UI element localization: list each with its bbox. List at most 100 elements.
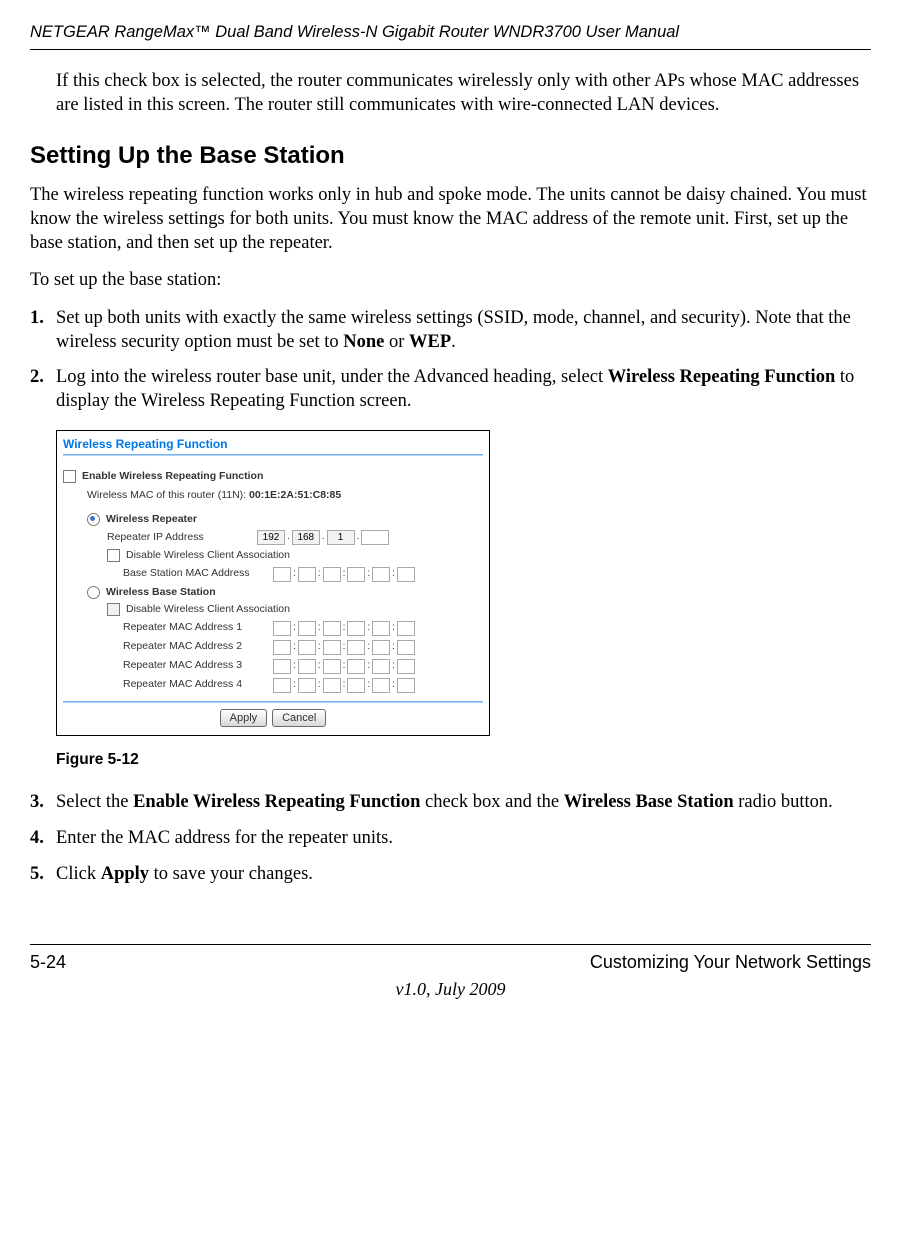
- enable-repeating-label: Enable Wireless Repeating Function: [82, 470, 263, 483]
- base-mac-label: Base Station MAC Address: [123, 567, 273, 580]
- section-para-1: The wireless repeating function works on…: [30, 184, 871, 255]
- ip-octet-4[interactable]: [361, 530, 389, 545]
- rep-mac3-label: Repeater MAC Address 3: [123, 659, 273, 672]
- step-5-pre: Click: [56, 864, 101, 884]
- enable-repeating-checkbox[interactable]: [63, 470, 76, 483]
- disable-assoc-label-2: Disable Wireless Client Association: [126, 603, 290, 616]
- mac-seg[interactable]: [298, 567, 316, 582]
- panel-divider-top: [63, 454, 483, 456]
- step-1: 1. Set up both units with exactly the sa…: [30, 307, 871, 354]
- step-3-bold1: Enable Wireless Repeating Function: [133, 792, 420, 812]
- mac-seg[interactable]: [323, 621, 341, 636]
- step-5-body: Click Apply to save your changes.: [56, 863, 871, 887]
- mac-seg[interactable]: [273, 621, 291, 636]
- rep-mac2-label: Repeater MAC Address 2: [123, 640, 273, 653]
- step-5-tail: to save your changes.: [149, 864, 313, 884]
- step-1-bold1: None: [343, 332, 384, 352]
- step-1-bold2: WEP: [409, 332, 451, 352]
- rep-mac4-row: Repeater MAC Address 4 :::::: [123, 678, 483, 693]
- figure-caption: Figure 5-12: [56, 750, 871, 770]
- mac-seg[interactable]: [298, 621, 316, 636]
- mac-seg[interactable]: [273, 678, 291, 693]
- repeater-ip-row: Repeater IP Address . . .: [107, 530, 483, 545]
- header-rule: [30, 49, 871, 50]
- mac-seg[interactable]: [323, 640, 341, 655]
- panel-title: Wireless Repeating Function: [63, 437, 483, 452]
- panel-divider-bottom: [63, 701, 483, 703]
- step-3-tail: radio button.: [734, 792, 833, 812]
- wireless-repeater-label: Wireless Repeater: [106, 513, 197, 526]
- footer-version: v1.0, July 2009: [30, 978, 871, 1001]
- mac-seg[interactable]: [397, 621, 415, 636]
- wireless-base-radio[interactable]: [87, 586, 100, 599]
- mac-seg[interactable]: [372, 621, 390, 636]
- wireless-repeater-radio[interactable]: [87, 513, 100, 526]
- step-3-number: 3.: [30, 791, 56, 815]
- mac-seg[interactable]: [298, 678, 316, 693]
- rep-mac1-label: Repeater MAC Address 1: [123, 621, 273, 634]
- router-mac-value: 00:1E:2A:51:C8:85: [249, 489, 341, 501]
- mac-seg[interactable]: [372, 567, 390, 582]
- mac-seg[interactable]: [273, 640, 291, 655]
- ip-octet-1[interactable]: [257, 530, 285, 545]
- disable-assoc-label-1: Disable Wireless Client Association: [126, 549, 290, 562]
- mac-seg[interactable]: [347, 659, 365, 674]
- mac-seg[interactable]: [372, 640, 390, 655]
- section-heading: Setting Up the Base Station: [30, 141, 871, 172]
- mac-seg[interactable]: [347, 678, 365, 693]
- mac-seg[interactable]: [323, 659, 341, 674]
- cancel-button[interactable]: Cancel: [272, 709, 326, 727]
- rep-mac3-row: Repeater MAC Address 3 :::::: [123, 659, 483, 674]
- step-1-body: Set up both units with exactly the same …: [56, 307, 871, 354]
- mac-seg[interactable]: [298, 659, 316, 674]
- router-mac-label: Wireless MAC of this router (11N):: [87, 489, 246, 501]
- step-3-mid: check box and the: [420, 792, 563, 812]
- rep-mac4-label: Repeater MAC Address 4: [123, 678, 273, 691]
- wireless-base-label: Wireless Base Station: [106, 586, 216, 599]
- step-2-bold1: Wireless Repeating Function: [608, 367, 835, 387]
- mac-seg[interactable]: [397, 640, 415, 655]
- enable-repeating-row: Enable Wireless Repeating Function: [63, 470, 483, 483]
- disable-assoc-checkbox-2[interactable]: [107, 603, 120, 616]
- mac-seg[interactable]: [298, 640, 316, 655]
- disable-assoc-row-1: Disable Wireless Client Association: [107, 549, 483, 562]
- apply-button[interactable]: Apply: [220, 709, 268, 727]
- step-5: 5. Click Apply to save your changes.: [30, 863, 871, 887]
- mac-seg[interactable]: [372, 659, 390, 674]
- mac-seg[interactable]: [397, 567, 415, 582]
- step-4: 4. Enter the MAC address for the repeate…: [30, 827, 871, 851]
- footer-row: 5-24 Customizing Your Network Settings: [30, 951, 871, 974]
- mac-seg[interactable]: [273, 567, 291, 582]
- step-4-body: Enter the MAC address for the repeater u…: [56, 827, 871, 851]
- panel-button-row: Apply Cancel: [63, 709, 483, 727]
- section-para-2: To set up the base station:: [30, 269, 871, 293]
- rep-mac3-group: :::::: [273, 659, 415, 674]
- rep-mac2-row: Repeater MAC Address 2 :::::: [123, 640, 483, 655]
- step-3-body: Select the Enable Wireless Repeating Fun…: [56, 791, 871, 815]
- wireless-repeating-screenshot: Wireless Repeating Function Enable Wirel…: [56, 430, 490, 736]
- footer-section-name: Customizing Your Network Settings: [590, 951, 871, 974]
- step-3-bold2: Wireless Base Station: [564, 792, 734, 812]
- mac-seg[interactable]: [372, 678, 390, 693]
- step-2: 2. Log into the wireless router base uni…: [30, 366, 871, 413]
- mac-seg[interactable]: [273, 659, 291, 674]
- mac-seg[interactable]: [347, 621, 365, 636]
- rep-mac1-group: :::::: [273, 621, 415, 636]
- wireless-repeater-row: Wireless Repeater: [87, 513, 483, 526]
- mac-seg[interactable]: [347, 567, 365, 582]
- step-4-number: 4.: [30, 827, 56, 851]
- mac-seg[interactable]: [347, 640, 365, 655]
- repeater-ip-group: . . .: [257, 530, 389, 545]
- mac-seg[interactable]: [323, 567, 341, 582]
- ip-octet-3[interactable]: [327, 530, 355, 545]
- ip-octet-2[interactable]: [292, 530, 320, 545]
- mac-seg[interactable]: [397, 678, 415, 693]
- disable-assoc-checkbox-1[interactable]: [107, 549, 120, 562]
- repeater-ip-label: Repeater IP Address: [107, 531, 257, 544]
- step-2-body: Log into the wireless router base unit, …: [56, 366, 871, 413]
- mac-seg[interactable]: [323, 678, 341, 693]
- footer-page-number: 5-24: [30, 951, 66, 974]
- base-mac-row: Base Station MAC Address :::::: [123, 567, 483, 582]
- mac-seg[interactable]: [397, 659, 415, 674]
- step-3-pre: Select the: [56, 792, 133, 812]
